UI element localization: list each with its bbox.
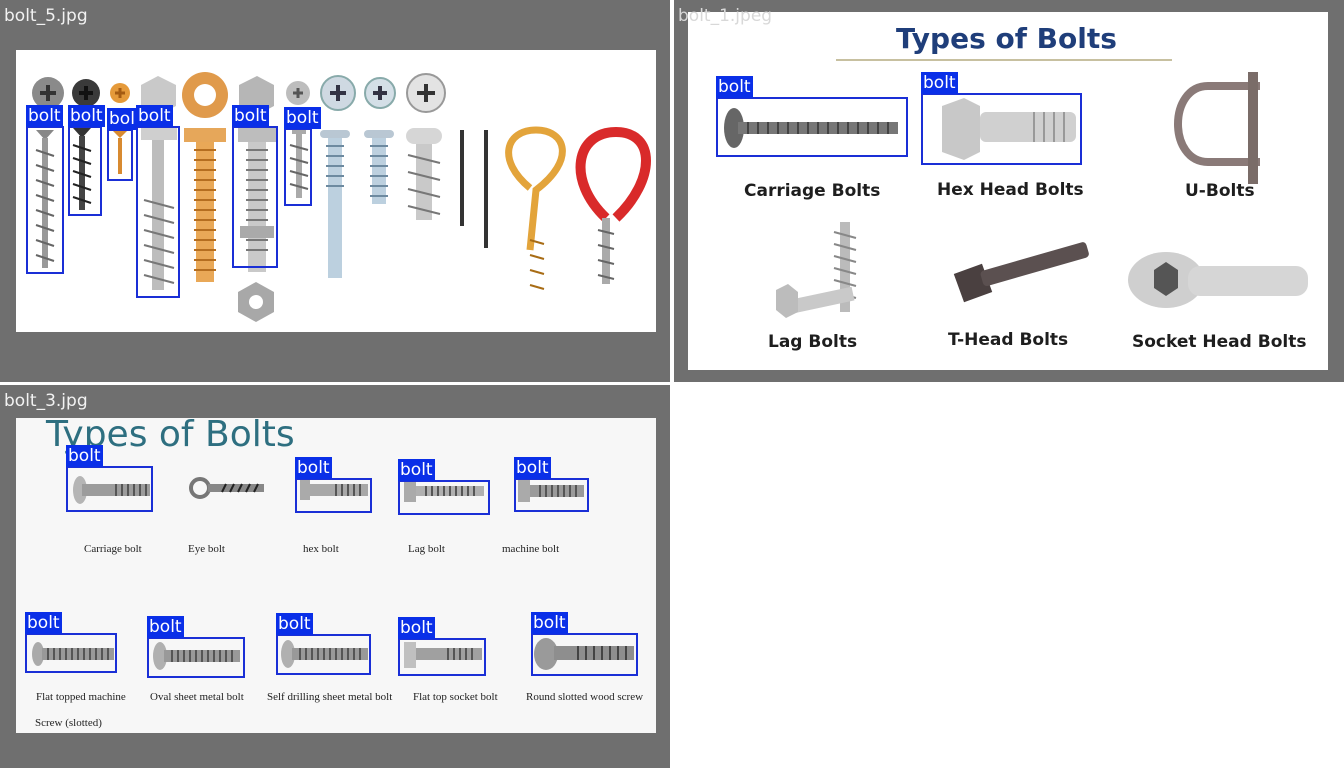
detection-label: bolt — [295, 457, 332, 479]
detection-label: bolt — [921, 72, 958, 94]
caption: Lag bolt — [408, 543, 445, 555]
caption: Lag Bolts — [768, 332, 858, 352]
detection-box[interactable]: bolt — [276, 613, 371, 675]
detection-box[interactable]: bolt — [295, 457, 372, 513]
detection-label: bolt — [136, 105, 173, 127]
caption: Socket Head Bolts — [1132, 332, 1307, 352]
detection-label: bolt — [25, 612, 62, 634]
caption: machine bolt — [502, 543, 560, 555]
detection-label: bolt — [716, 76, 753, 98]
detection-label: bolt — [68, 105, 105, 127]
detection-box[interactable]: bolt — [398, 459, 490, 515]
detection-label: bolt — [398, 459, 435, 481]
caption: Carriage bolt — [84, 543, 142, 555]
caption: Flat top socket bolt — [413, 691, 498, 703]
detection-label: bolt — [26, 105, 63, 127]
detection-label: bolt — [232, 105, 269, 127]
detection-box[interactable]: bolt — [68, 105, 105, 216]
detection-box[interactable]: bolt — [66, 445, 153, 512]
tile-filename: bolt_1.jpeg — [678, 6, 773, 26]
tile-bolt-3: bolt_3.jpg Types of Bolts Carriage bolt … — [0, 385, 670, 768]
tile-filename: bolt_5.jpg — [4, 6, 88, 26]
detection-box[interactable]: bol — [107, 108, 137, 181]
caption: Hex Head Bolts — [937, 180, 1084, 200]
detection-label: bolt — [276, 613, 313, 635]
detection-label: bol — [107, 108, 137, 130]
detection-label: bolt — [531, 612, 568, 634]
detection-label: bolt — [147, 616, 184, 638]
caption: T-Head Bolts — [948, 330, 1069, 350]
detection-label: bolt — [66, 445, 103, 467]
detection-label: bolt — [284, 107, 321, 129]
tile-filename: bolt_3.jpg — [4, 391, 88, 411]
detection-box[interactable]: bolt — [147, 616, 245, 678]
tile-bolt-5: bolt_5.jpg bolt bolt bol bolt bolt bolt — [0, 0, 670, 382]
caption: Flat topped machine — [36, 691, 126, 703]
detection-box[interactable]: bolt — [514, 457, 589, 512]
detection-box[interactable]: bolt — [25, 612, 117, 673]
tile-image: Types of Bolts Carriage Bolts Hex Head B… — [688, 12, 1328, 370]
tile-bolt-1: Types of Bolts Carriage Bolts Hex Head B… — [674, 0, 1344, 382]
detection-box[interactable]: bolt — [716, 76, 908, 157]
detection-box[interactable]: bolt — [921, 72, 1082, 165]
detection-box[interactable]: bolt — [232, 105, 278, 268]
bolts-illustration — [32, 72, 651, 322]
detection-label: bolt — [514, 457, 551, 479]
caption: U-Bolts — [1185, 181, 1255, 201]
detection-box[interactable]: bolt — [531, 612, 638, 676]
detection-box[interactable]: bolt — [398, 617, 486, 676]
detection-box[interactable]: bolt — [136, 105, 180, 298]
detection-box[interactable]: bolt — [26, 105, 64, 274]
caption: Carriage Bolts — [744, 181, 881, 201]
tile-image — [16, 50, 656, 332]
caption: Self drilling sheet metal bolt — [267, 691, 393, 703]
detection-box[interactable]: bolt — [284, 107, 321, 206]
caption: Round slotted wood screw — [526, 691, 644, 703]
caption: Screw (slotted) — [35, 717, 102, 729]
detection-label: bolt — [398, 617, 435, 639]
caption: Eye bolt — [188, 543, 225, 555]
caption: hex bolt — [303, 543, 339, 555]
caption: Oval sheet metal bolt — [150, 691, 244, 703]
